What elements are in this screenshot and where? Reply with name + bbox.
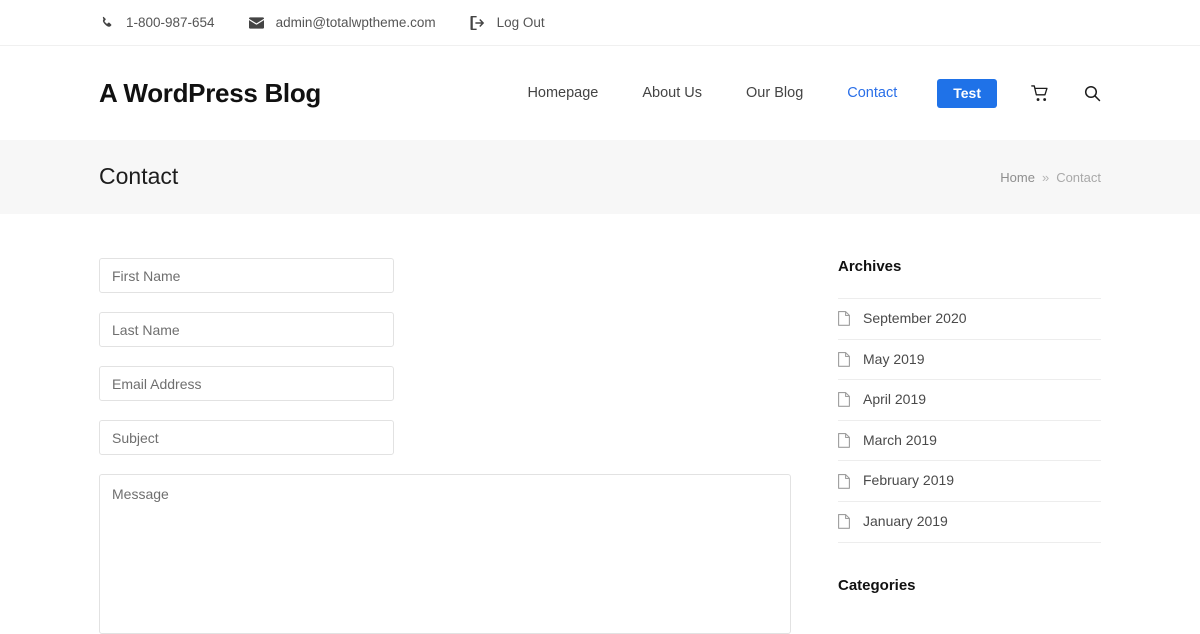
email-address-input[interactable] xyxy=(99,366,394,401)
archive-label: April 2019 xyxy=(863,390,926,410)
list-item: January 2019 xyxy=(838,502,1101,543)
breadcrumb-separator: » xyxy=(1042,170,1049,185)
first-name-input[interactable] xyxy=(99,258,394,293)
archive-link-march-2019[interactable]: March 2019 xyxy=(838,421,1101,461)
document-icon xyxy=(838,351,852,367)
archive-link-january-2019[interactable]: January 2019 xyxy=(838,502,1101,542)
document-icon xyxy=(838,473,852,489)
archives-title: Archives xyxy=(838,258,1101,276)
page-header-band: Contact Home » Contact xyxy=(0,140,1200,214)
list-item: February 2019 xyxy=(838,461,1101,502)
subject-input[interactable] xyxy=(99,420,394,455)
page-title: Contact xyxy=(99,163,178,191)
archive-link-may-2019[interactable]: May 2019 xyxy=(838,340,1101,380)
site-title: A WordPress Blog xyxy=(99,80,321,106)
top-bar-items: 1-800-987-654 admin@totalwptheme.com xyxy=(99,15,1101,31)
topbar-email[interactable]: admin@totalwptheme.com xyxy=(249,15,436,31)
archive-link-april-2019[interactable]: April 2019 xyxy=(838,380,1101,420)
main-navigation: Homepage About Us Our Blog Contact Test xyxy=(527,79,1101,108)
archive-link-february-2019[interactable]: February 2019 xyxy=(838,461,1101,501)
list-item: September 2020 xyxy=(838,299,1101,340)
categories-title: Categories xyxy=(838,577,1101,595)
nav-item-homepage[interactable]: Homepage xyxy=(527,85,598,101)
breadcrumb: Home » Contact xyxy=(1000,170,1101,185)
topbar-phone[interactable]: 1-800-987-654 xyxy=(99,15,215,31)
test-button[interactable]: Test xyxy=(937,79,997,108)
archive-label: September 2020 xyxy=(863,309,967,329)
document-icon xyxy=(838,433,852,449)
nav-item-about-us[interactable]: About Us xyxy=(642,85,702,101)
message-textarea[interactable] xyxy=(99,474,791,634)
nav-item-our-blog[interactable]: Our Blog xyxy=(746,85,803,101)
topbar-phone-label: 1-800-987-654 xyxy=(126,15,215,30)
document-icon xyxy=(838,514,852,530)
topbar-logout-label: Log Out xyxy=(497,15,545,30)
nav-item-contact[interactable]: Contact xyxy=(847,85,897,101)
list-item: May 2019 xyxy=(838,340,1101,381)
archive-label: May 2019 xyxy=(863,350,924,370)
document-icon xyxy=(838,392,852,408)
search-icon[interactable] xyxy=(1084,85,1101,102)
cart-icon[interactable] xyxy=(1031,85,1050,102)
document-icon xyxy=(838,311,852,327)
top-bar: 1-800-987-654 admin@totalwptheme.com xyxy=(0,0,1200,46)
archive-label: March 2019 xyxy=(863,431,937,451)
breadcrumb-current: Contact xyxy=(1056,170,1101,185)
list-item: April 2019 xyxy=(838,380,1101,421)
list-item: March 2019 xyxy=(838,421,1101,462)
breadcrumb-home[interactable]: Home xyxy=(1000,170,1035,185)
topbar-logout[interactable]: Log Out xyxy=(470,15,545,31)
last-name-input[interactable] xyxy=(99,312,394,347)
sign-out-icon xyxy=(470,15,486,31)
envelope-icon xyxy=(249,15,265,31)
archive-link-september-2020[interactable]: September 2020 xyxy=(838,299,1101,339)
archive-label: February 2019 xyxy=(863,471,954,491)
content-wrapper: Archives September 2020 xyxy=(99,214,1101,634)
site-logo-link[interactable]: A WordPress Blog xyxy=(99,80,321,106)
archive-label: January 2019 xyxy=(863,512,948,532)
archives-list: September 2020 May 2019 xyxy=(838,298,1101,543)
widget-categories: Categories xyxy=(838,577,1101,595)
topbar-email-label: admin@totalwptheme.com xyxy=(276,15,436,30)
widget-archives: Archives September 2020 xyxy=(838,258,1101,543)
site-header: A WordPress Blog Homepage About Us Our B… xyxy=(0,46,1200,140)
phone-icon xyxy=(99,15,115,31)
